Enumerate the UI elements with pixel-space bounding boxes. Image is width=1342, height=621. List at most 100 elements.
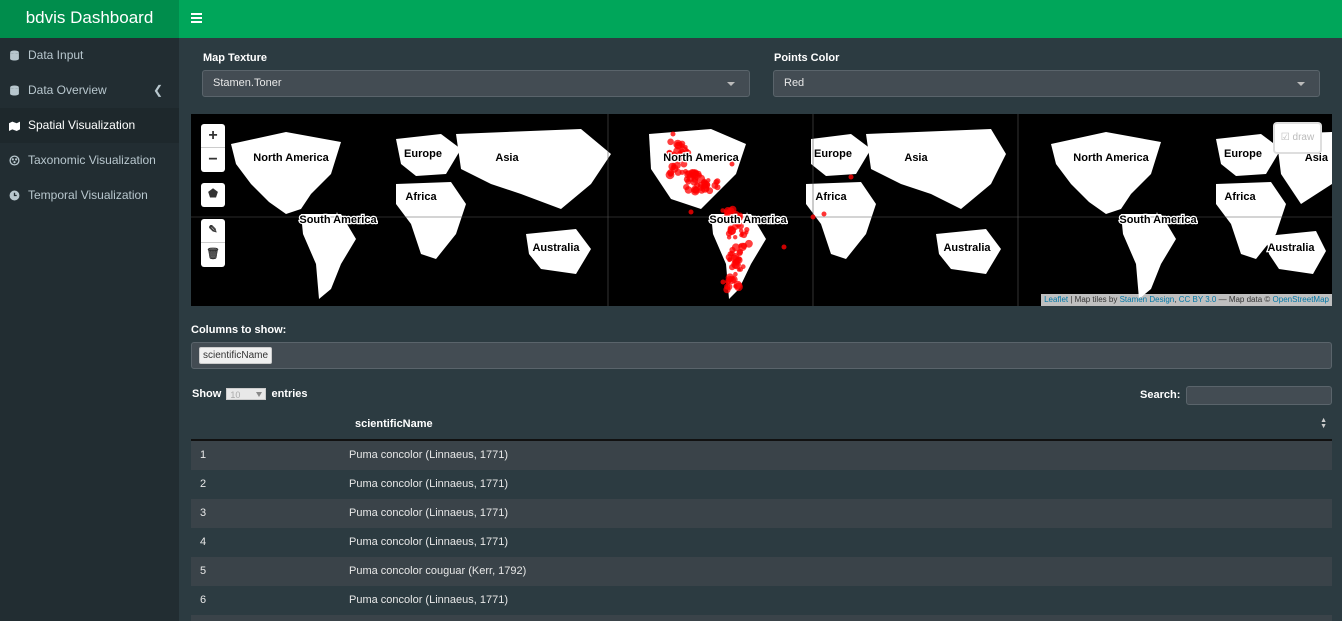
trash-icon[interactable]: 🗑 [201,243,225,267]
map-attribution: Leaflet | Map tiles by Stamen Design, CC… [1041,294,1332,306]
top-navbar [179,0,1342,38]
table-row[interactable]: 5 Puma concolor couguar (Kerr, 1792) [191,557,1332,586]
occurrence-point [727,225,734,232]
map-label: Australia [1267,242,1315,254]
occurrence-point [684,186,693,194]
row-scientificname: Puma concolor (Linnaeus, 1771) [349,507,508,519]
polygon-icon[interactable]: ⬟ [201,183,225,207]
table-row[interactable]: 4 Puma concolor (Linnaeus, 1771) [191,528,1332,557]
app-title: bdvis Dashboard [0,0,179,38]
cc-link[interactable]: CC BY 3.0 [1179,295,1217,304]
database-icon [10,85,19,96]
map-icon [9,121,20,131]
stamen-link[interactable]: Stamen Design [1120,295,1175,304]
map-label: North America [1073,152,1149,164]
osm-link[interactable]: OpenStreetMap [1273,295,1329,304]
occurrence-point [700,183,707,190]
occurrence-point [667,138,674,146]
occurrence-point [810,214,816,220]
menu-toggle-icon[interactable] [191,13,202,23]
map-label: Asia [495,152,519,164]
sidebar: Data Input Data Overview ❮ Spatial Visua… [0,38,179,621]
column-header-scientificname[interactable]: scientificName [355,418,433,430]
map-label: South America [299,214,377,226]
table-row[interactable]: 1 Puma concolor (Linnaeus, 1771) [191,441,1332,470]
occurrence-point [732,259,740,266]
occurrence-point [714,178,721,185]
map-texture-value: Stamen.Toner [213,77,282,89]
zoom-control: + − [201,124,225,172]
column-chip[interactable]: scientificName [199,347,273,364]
sidebar-item-spatial-visualization[interactable]: Spatial Visualization [0,108,179,143]
map-label: Asia [904,152,928,164]
leaflet-map[interactable]: North America South America Europe Asia … [191,114,1332,306]
sidebar-item-label: Data Input [28,48,84,62]
zoom-in-button[interactable]: + [201,124,225,148]
map-label: Australia [943,242,991,254]
database-icon [10,50,19,61]
row-number: 5 [200,565,207,577]
row-number: 1 [200,449,207,461]
entries-label: entries [271,388,308,400]
map-label: Europe [404,148,442,160]
occurrence-point [706,178,711,183]
row-scientificname: Puma concolor (Linnaeus, 1771) [349,449,508,461]
map-label: Africa [405,191,437,203]
attribution-text: | Map tiles by [1068,295,1120,304]
table-row[interactable]: 2 Puma concolor (Linnaeus, 1771) [191,470,1332,499]
occurrence-point [745,239,753,248]
main-content: Map Texture Stamen.Toner Points Color Re… [179,38,1342,621]
row-number: 4 [200,536,207,548]
occurrence-point [848,174,854,180]
sidebar-item-temporal-visualization[interactable]: Temporal Visualization [0,178,179,213]
table-body: 1 Puma concolor (Linnaeus, 1771) 2 Puma co… [191,441,1332,621]
occurrence-point [670,131,676,137]
map-label: North America [663,152,739,164]
points-color-select[interactable]: Red [773,70,1320,97]
occurrence-point [720,279,726,285]
table-row[interactable]: 3 Puma concolor (Linnaeus, 1771) [191,499,1332,528]
draw-label: draw [1292,132,1315,143]
columns-select[interactable]: scientificName [191,342,1332,369]
table-row[interactable] [191,615,1332,621]
occurrence-point [733,235,738,240]
sidebar-item-label: Spatial Visualization [28,118,136,132]
chevron-down-icon [727,82,735,86]
occurrence-point [729,246,736,254]
row-number: 2 [200,478,207,490]
sidebar-item-taxonomic-visualization[interactable]: Taxonomic Visualization [0,143,179,178]
row-scientificname: Puma concolor (Linnaeus, 1771) [349,536,508,548]
map-label: Australia [532,242,580,254]
occurrence-point [738,266,743,272]
zoom-out-button[interactable]: − [201,148,225,172]
leaflet-link[interactable]: Leaflet [1044,295,1068,304]
chevron-down-icon [256,392,263,398]
sort-icon[interactable]: ▲ ▼ [1320,417,1327,430]
draw-toggle-button[interactable]: ☑ draw [1273,122,1322,154]
length-select[interactable]: 10 [226,388,267,401]
occurrence-point [691,185,699,194]
map-label: South America [709,214,787,226]
edit-icon[interactable]: ✎ [201,219,225,243]
occurrence-point [726,235,732,240]
sidebar-item-label: Temporal Visualization [28,188,148,202]
points-color-value: Red [784,77,805,89]
sidebar-item-data-input[interactable]: Data Input [0,38,179,73]
map-label: North America [253,152,329,164]
map-texture-select[interactable]: Stamen.Toner [202,70,750,97]
row-number: 3 [200,507,207,519]
map-label: South America [1119,214,1197,226]
occurrence-point [683,176,691,183]
search-input[interactable] [1186,386,1332,405]
occurrence-point [723,286,731,294]
table-header: scientificName ▲ ▼ [191,407,1332,441]
table-row[interactable]: 6 Puma concolor (Linnaeus, 1771) [191,586,1332,615]
occurrence-point [740,231,745,236]
occurrence-point [781,244,787,250]
map-texture-label: Map Texture [203,52,267,64]
points-color-label: Points Color [774,52,840,64]
map-label: Europe [1224,148,1262,160]
row-scientificname: Puma concolor (Linnaeus, 1771) [349,594,508,606]
sidebar-item-data-overview[interactable]: Data Overview ❮ [0,73,179,108]
map-label: Africa [1224,191,1256,203]
